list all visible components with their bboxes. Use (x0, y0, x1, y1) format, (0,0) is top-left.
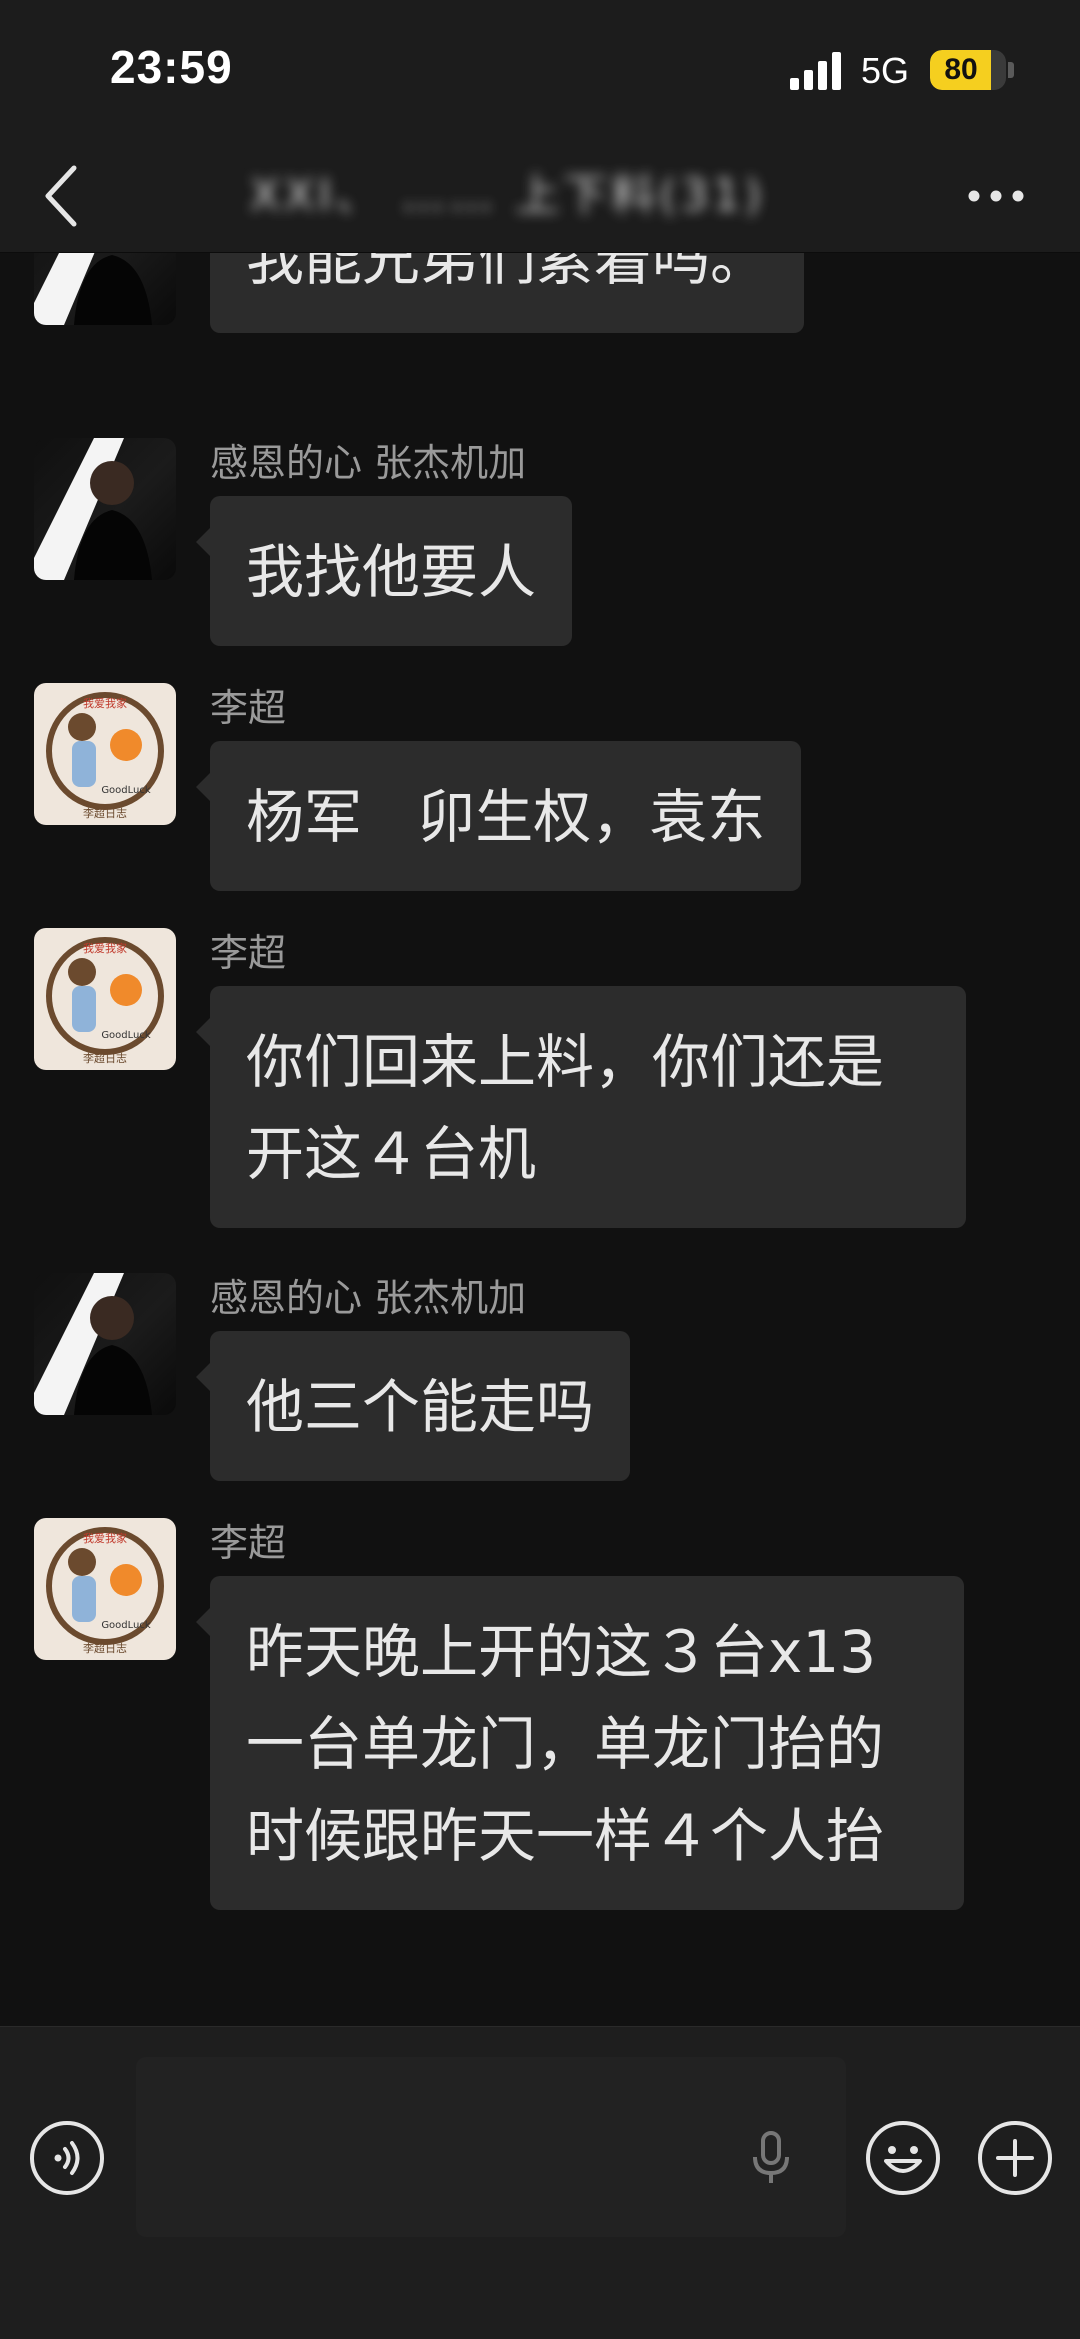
avatar-girl-image: 我爱我家 GoodLuck 李超日志 (46, 1527, 164, 1655)
plus-icon[interactable] (976, 2119, 1054, 2197)
avatar[interactable] (34, 1273, 176, 1415)
status-time: 23:59 (110, 41, 233, 93)
input-bar (0, 2026, 1080, 2339)
message-bubble[interactable]: 我找他要人 (195, 496, 573, 646)
sender-name: 李超 (210, 686, 287, 730)
battery-nub (1008, 62, 1014, 78)
network-type: 5G (861, 50, 910, 91)
chat-header: XXI、 …… 上下料(31) (0, 140, 1080, 253)
sender-name: 李超 (210, 931, 287, 975)
avatar-man-image (34, 1273, 152, 1415)
avatar-man-image (34, 253, 152, 325)
avatar-badge-bottom: GoodLuck (101, 785, 151, 796)
avatar-badge-top: 我爱我家 (83, 941, 127, 955)
avatar-badge-top: 我爱我家 (83, 1531, 127, 1545)
avatar[interactable] (34, 253, 176, 325)
avatar-man-image (34, 438, 152, 580)
voice-icon[interactable] (28, 2119, 106, 2197)
chat-title: XXI、 …… 上下料(31) (250, 170, 766, 221)
avatar-badge-bottom: GoodLuck (101, 1030, 151, 1041)
back-arrow-icon[interactable] (42, 162, 82, 230)
message-bubble[interactable]: 你们回来上料，你们还是开这４台机 (196, 986, 966, 1228)
avatar-badge-footer: 李超日志 (83, 1051, 127, 1065)
status-bar: 23:59 5G 80 (0, 0, 1080, 140)
avatar-badge-footer: 李超日志 (83, 806, 127, 820)
sender-name: 李超 (210, 1521, 287, 1565)
emoji-icon[interactable] (864, 2119, 942, 2197)
microphone-icon[interactable] (736, 2123, 806, 2193)
battery-icon: 80 (930, 50, 1006, 90)
more-icon[interactable] (966, 184, 1026, 208)
avatar[interactable] (34, 438, 176, 580)
avatar[interactable]: 我爱我家 GoodLuck 李超日志 (34, 683, 176, 825)
avatar-badge-bottom: GoodLuck (101, 1620, 151, 1631)
avatar[interactable]: 我爱我家 GoodLuck 李超日志 (34, 928, 176, 1070)
avatar-girl-image: 我爱我家 GoodLuck 李超日志 (46, 692, 164, 820)
message-bubble[interactable]: 他三个能走吗 (195, 1331, 631, 1481)
message-bubble[interactable]: 我能兄弟们累着吗。 (210, 253, 805, 333)
sender-name: 感恩的心 张杰机加 (210, 441, 527, 485)
avatar[interactable]: 我爱我家 GoodLuck 李超日志 (34, 1518, 176, 1660)
signal-icon (790, 52, 841, 90)
avatar-badge-footer: 李超日志 (83, 1641, 127, 1655)
avatar-girl-image: 我爱我家 GoodLuck 李超日志 (46, 937, 164, 1065)
message-bubble[interactable]: 昨天晚上开的这３台x13 一台单龙门，单龙门抬的时候跟昨天一样４个人抬 (196, 1576, 964, 1910)
message-list[interactable]: 我能兄弟们累着吗。 感恩的心 张杰机加 我找他要人 我爱我家 GoodLuck … (0, 253, 1080, 2026)
avatar-badge-top: 我爱我家 (83, 696, 127, 710)
message-bubble[interactable]: 杨军 卯生权，袁东 (195, 741, 802, 891)
sender-name: 感恩的心 张杰机加 (210, 1276, 527, 1320)
battery-level: 80 (944, 53, 978, 86)
